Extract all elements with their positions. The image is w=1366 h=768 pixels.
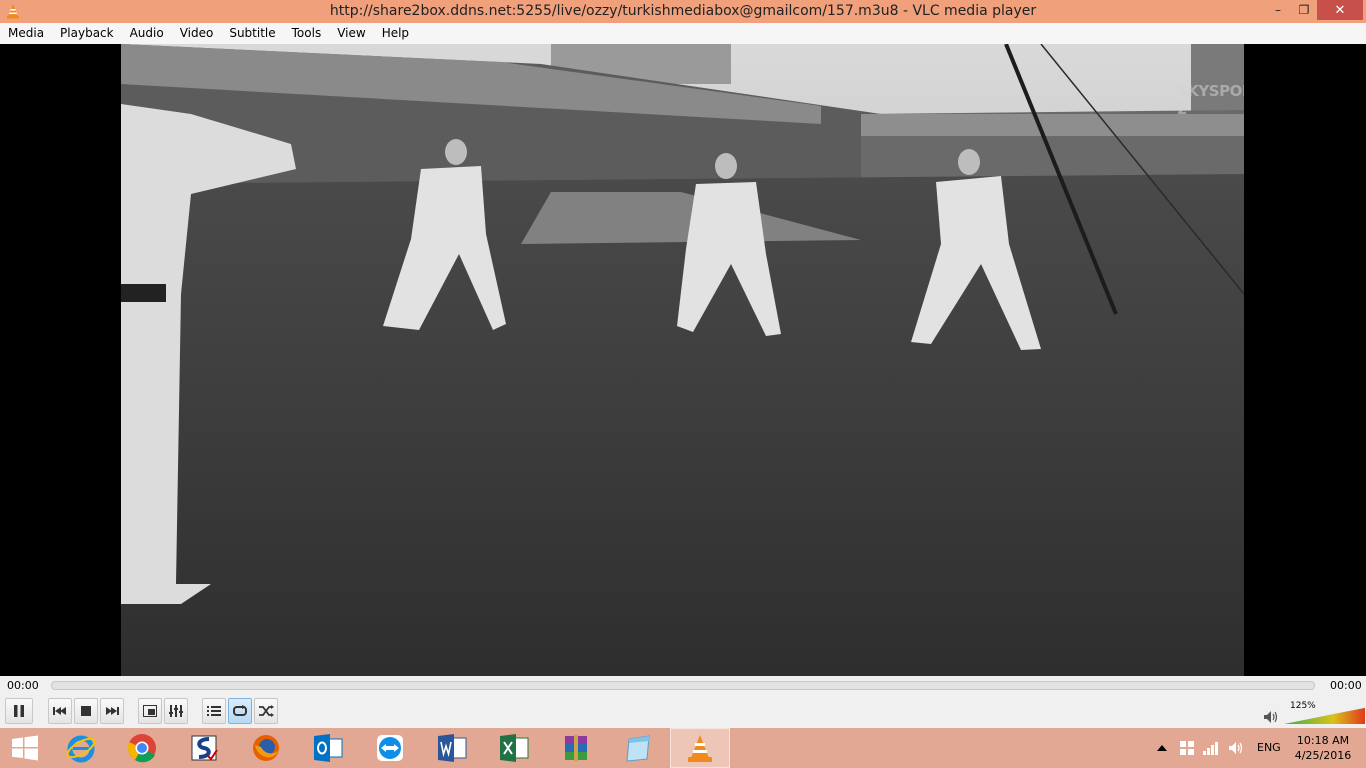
menu-help[interactable]: Help bbox=[374, 23, 417, 44]
taskbar-clock[interactable]: 10:18 AM 4/25/2016 bbox=[1288, 733, 1358, 763]
taskbar-notepad-app[interactable] bbox=[608, 728, 668, 768]
stickies-app-icon bbox=[191, 735, 218, 761]
notepad-app-icon bbox=[626, 735, 650, 762]
menu-bar: Media Playback Audio Video Subtitle Tool… bbox=[0, 23, 1366, 44]
taskbar-outlook[interactable] bbox=[298, 728, 358, 768]
clock-date: 4/25/2016 bbox=[1294, 749, 1352, 762]
input-language[interactable]: ENG bbox=[1257, 741, 1281, 754]
seek-row: 00:00 00:00 bbox=[0, 676, 1366, 696]
seek-slider[interactable] bbox=[51, 681, 1315, 690]
next-icon bbox=[106, 707, 119, 715]
clock-time: 10:18 AM bbox=[1296, 734, 1350, 747]
menu-video[interactable]: Video bbox=[172, 23, 222, 44]
tray-volume[interactable] bbox=[1226, 728, 1246, 768]
fullscreen-icon bbox=[143, 705, 157, 717]
menu-tools[interactable]: Tools bbox=[284, 23, 330, 44]
previous-icon bbox=[53, 707, 66, 715]
taskbar-winrar[interactable] bbox=[546, 728, 606, 768]
taskbar-excel[interactable] bbox=[484, 728, 544, 768]
taskbar-teamviewer[interactable] bbox=[360, 728, 420, 768]
loop-icon bbox=[233, 705, 247, 716]
menu-playback[interactable]: Playback bbox=[52, 23, 122, 44]
pause-icon bbox=[14, 705, 24, 717]
firefox-icon bbox=[253, 735, 279, 761]
video-scene bbox=[121, 44, 1244, 676]
tray-overflow-button[interactable] bbox=[1155, 728, 1169, 768]
total-time: 00:00 bbox=[1330, 679, 1362, 692]
pause-button[interactable] bbox=[5, 698, 33, 724]
outlook-icon bbox=[314, 734, 343, 762]
word-icon bbox=[438, 734, 467, 762]
playlist-button[interactable] bbox=[202, 698, 226, 724]
taskbar: ENG 10:18 AM 4/25/2016 bbox=[0, 728, 1366, 768]
network-signal-icon bbox=[1203, 742, 1218, 755]
speaker-icon bbox=[1229, 742, 1243, 754]
playlist-icon bbox=[207, 706, 221, 716]
taskbar-chrome[interactable] bbox=[112, 728, 172, 768]
close-icon: ✕ bbox=[1334, 2, 1346, 18]
internet-explorer-icon bbox=[66, 735, 96, 763]
fullscreen-button[interactable] bbox=[138, 698, 162, 724]
vlc-icon bbox=[688, 735, 712, 762]
window-title: http://share2box.ddns.net:5255/live/ozzy… bbox=[329, 3, 1037, 19]
loop-button[interactable] bbox=[228, 698, 252, 724]
taskbar-internet-explorer[interactable] bbox=[51, 728, 111, 768]
windows-logo-icon bbox=[12, 735, 38, 761]
control-bar: 125% bbox=[0, 696, 1366, 728]
vlc-window: http://share2box.ddns.net:5255/live/ozzy… bbox=[0, 0, 1366, 768]
stop-button[interactable] bbox=[74, 698, 98, 724]
extended-settings-button[interactable] bbox=[164, 698, 188, 724]
minimize-button[interactable]: – bbox=[1265, 0, 1291, 20]
volume-icon[interactable] bbox=[1263, 710, 1279, 724]
taskbar-firefox[interactable] bbox=[236, 728, 296, 768]
shuffle-button[interactable] bbox=[254, 698, 278, 724]
elapsed-time: 00:00 bbox=[7, 679, 39, 692]
teamviewer-icon bbox=[377, 735, 403, 761]
stop-icon bbox=[81, 706, 91, 716]
tray-network[interactable] bbox=[1201, 728, 1221, 768]
shuffle-icon bbox=[259, 705, 274, 717]
extended-settings-icon bbox=[169, 705, 183, 717]
menu-audio[interactable]: Audio bbox=[122, 23, 172, 44]
maximize-button[interactable]: ❐ bbox=[1291, 0, 1317, 20]
channel-watermark: SKYSPORTS 2 bbox=[1177, 82, 1244, 118]
previous-button[interactable] bbox=[48, 698, 72, 724]
next-button[interactable] bbox=[100, 698, 124, 724]
excel-icon bbox=[500, 734, 529, 762]
minimize-icon: – bbox=[1275, 3, 1281, 17]
chrome-icon bbox=[127, 734, 156, 763]
menu-media[interactable]: Media bbox=[0, 23, 52, 44]
close-button[interactable]: ✕ bbox=[1317, 0, 1363, 20]
title-bar: http://share2box.ddns.net:5255/live/ozzy… bbox=[0, 0, 1366, 23]
video-area[interactable]: SKYSPORTS 2 bbox=[0, 44, 1366, 676]
tray-action-center[interactable] bbox=[1178, 728, 1196, 768]
taskbar-vlc[interactable] bbox=[670, 728, 730, 768]
action-center-icon bbox=[1180, 741, 1194, 755]
taskbar-word[interactable] bbox=[422, 728, 482, 768]
video-frame[interactable]: SKYSPORTS 2 bbox=[121, 44, 1244, 676]
menu-subtitle[interactable]: Subtitle bbox=[221, 23, 283, 44]
winrar-icon bbox=[565, 735, 587, 761]
volume-percent: 125% bbox=[1290, 701, 1316, 711]
chevron-up-icon bbox=[1157, 745, 1167, 751]
start-button[interactable] bbox=[0, 728, 50, 768]
menu-view[interactable]: View bbox=[329, 23, 373, 44]
taskbar-stickies-app[interactable] bbox=[174, 728, 234, 768]
restore-icon: ❐ bbox=[1298, 3, 1310, 17]
